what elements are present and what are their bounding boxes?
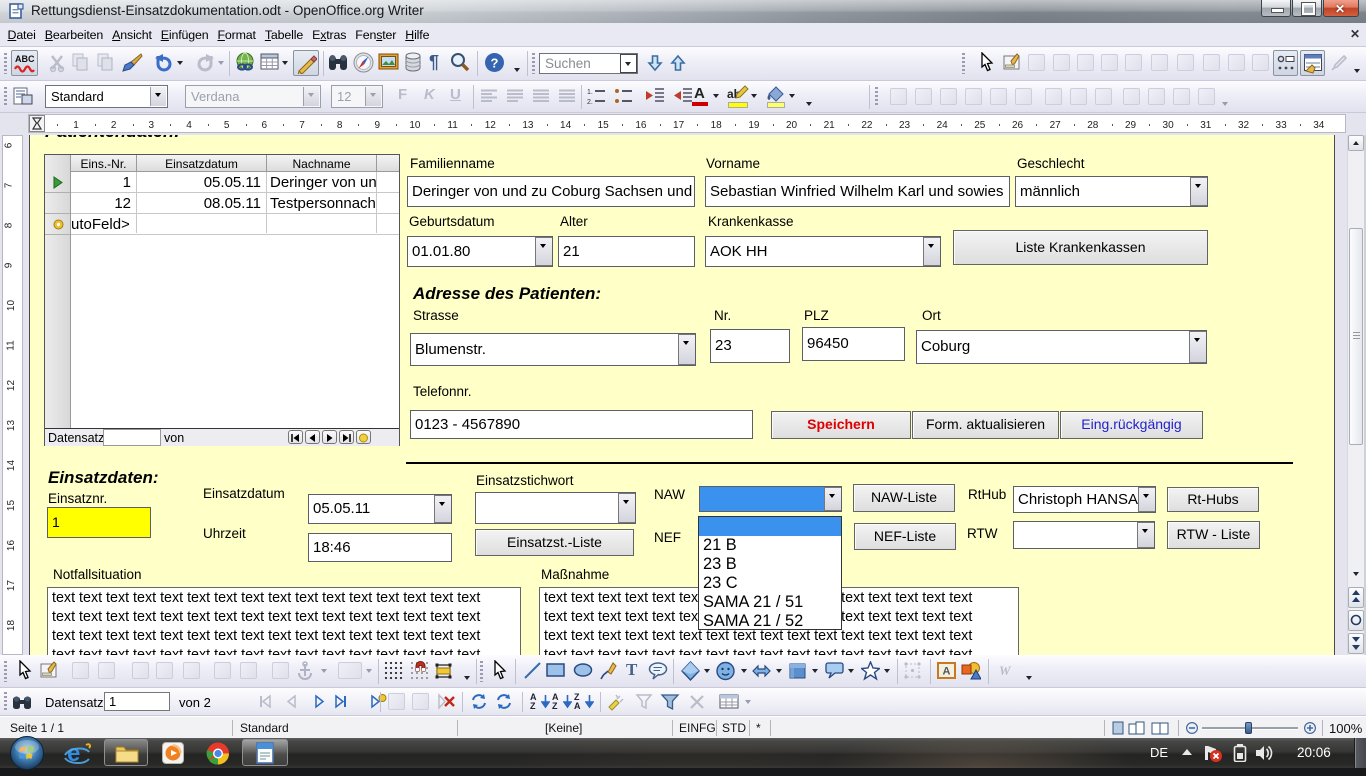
svg-text:1.: 1. <box>587 89 593 96</box>
svg-text:?: ? <box>491 56 499 71</box>
svg-text:2.: 2. <box>587 99 593 106</box>
svg-text:A: A <box>943 666 951 678</box>
svg-text:W: W <box>999 663 1012 678</box>
